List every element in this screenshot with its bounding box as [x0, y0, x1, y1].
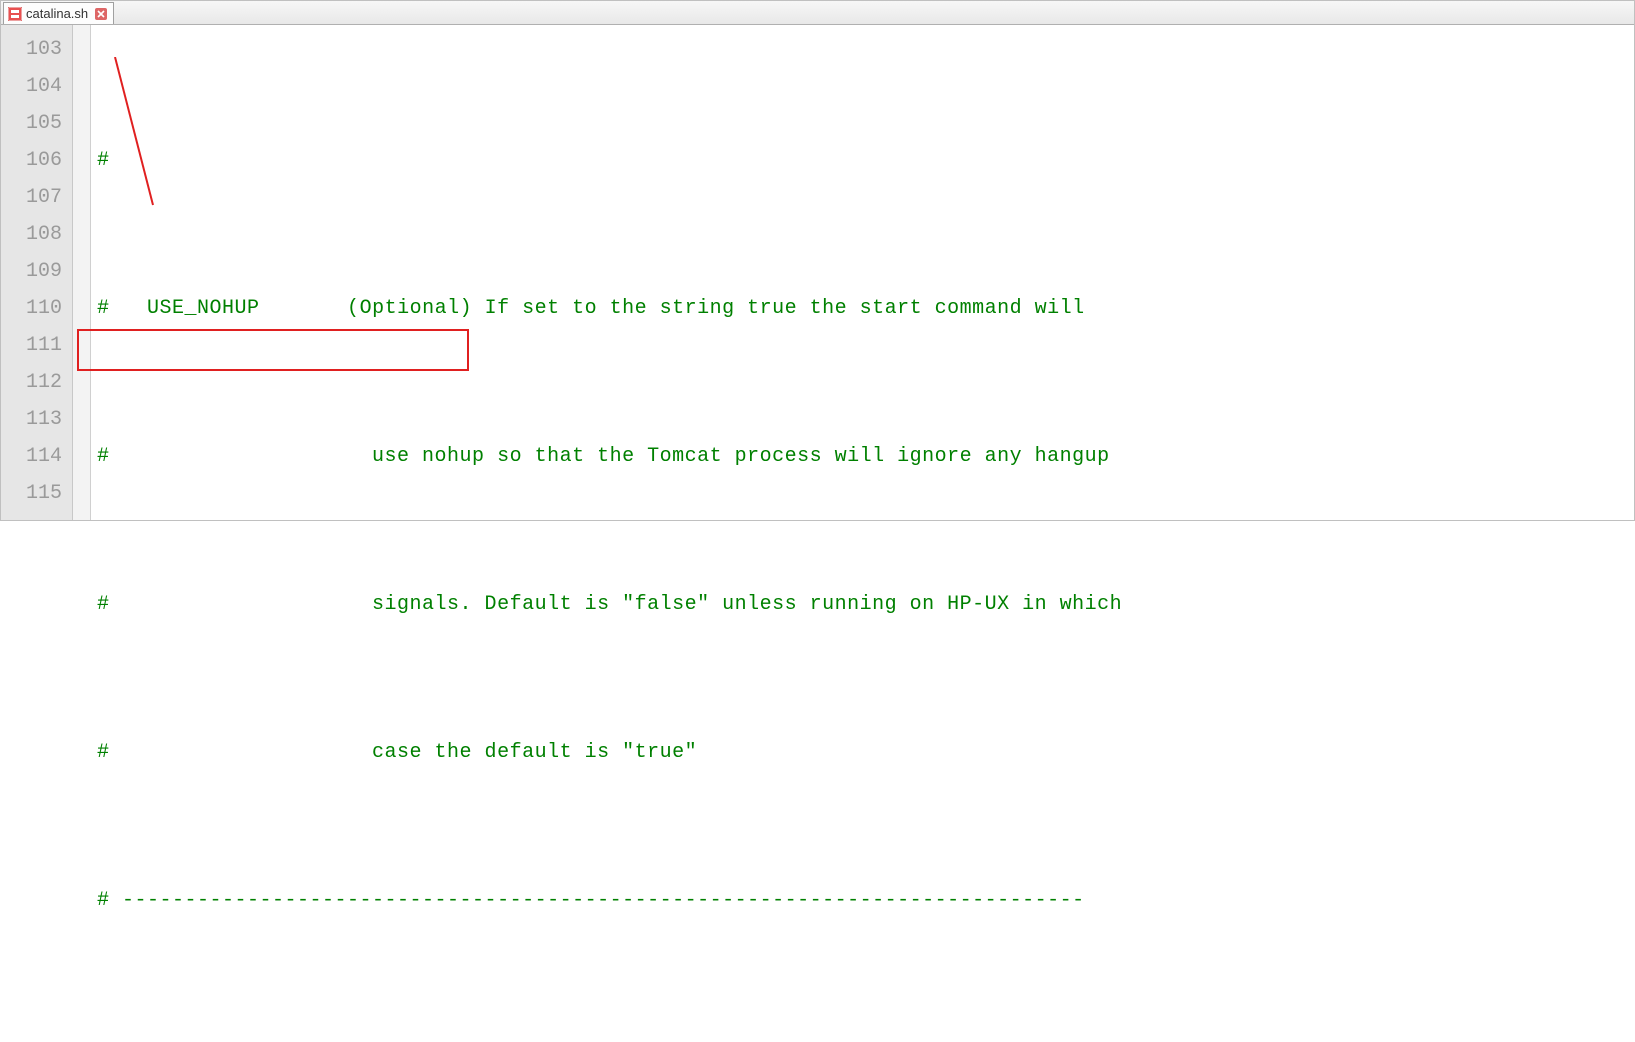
line-number: 107 — [1, 179, 72, 216]
code-text: # USE_NOHUP (Optional) If set to the str… — [97, 297, 1085, 320]
code-text: # signals. Default is "false" unless run… — [97, 593, 1122, 616]
close-icon[interactable] — [94, 7, 107, 20]
file-tab[interactable]: catalina.sh — [3, 2, 114, 24]
fold-margin — [73, 25, 91, 520]
code-editor[interactable]: 103104105106107108109110111112113114115 … — [1, 25, 1634, 520]
code-text: # — [97, 149, 110, 172]
tab-filename: catalina.sh — [26, 6, 88, 21]
line-number: 113 — [1, 401, 72, 438]
line-number: 104 — [1, 68, 72, 105]
line-number-gutter: 103104105106107108109110111112113114115 — [1, 25, 73, 520]
line-number: 108 — [1, 216, 72, 253]
line-number: 105 — [1, 105, 72, 142]
tab-bar: catalina.sh — [1, 1, 1634, 25]
line-number: 106 — [1, 142, 72, 179]
line-number: 112 — [1, 364, 72, 401]
file-modified-icon — [8, 7, 22, 21]
line-number: 110 — [1, 290, 72, 327]
line-number: 115 — [1, 475, 72, 512]
line-number: 109 — [1, 253, 72, 290]
line-number: 103 — [1, 31, 72, 68]
code-text: # --------------------------------------… — [97, 889, 1085, 912]
line-number: 111 — [1, 327, 72, 364]
code-text: # use nohup so that the Tomcat process w… — [97, 445, 1110, 468]
code-area[interactable]: # # USE_NOHUP (Optional) If set to the s… — [91, 25, 1634, 520]
line-number: 114 — [1, 438, 72, 475]
code-text: # case the default is "true" — [97, 741, 697, 764]
